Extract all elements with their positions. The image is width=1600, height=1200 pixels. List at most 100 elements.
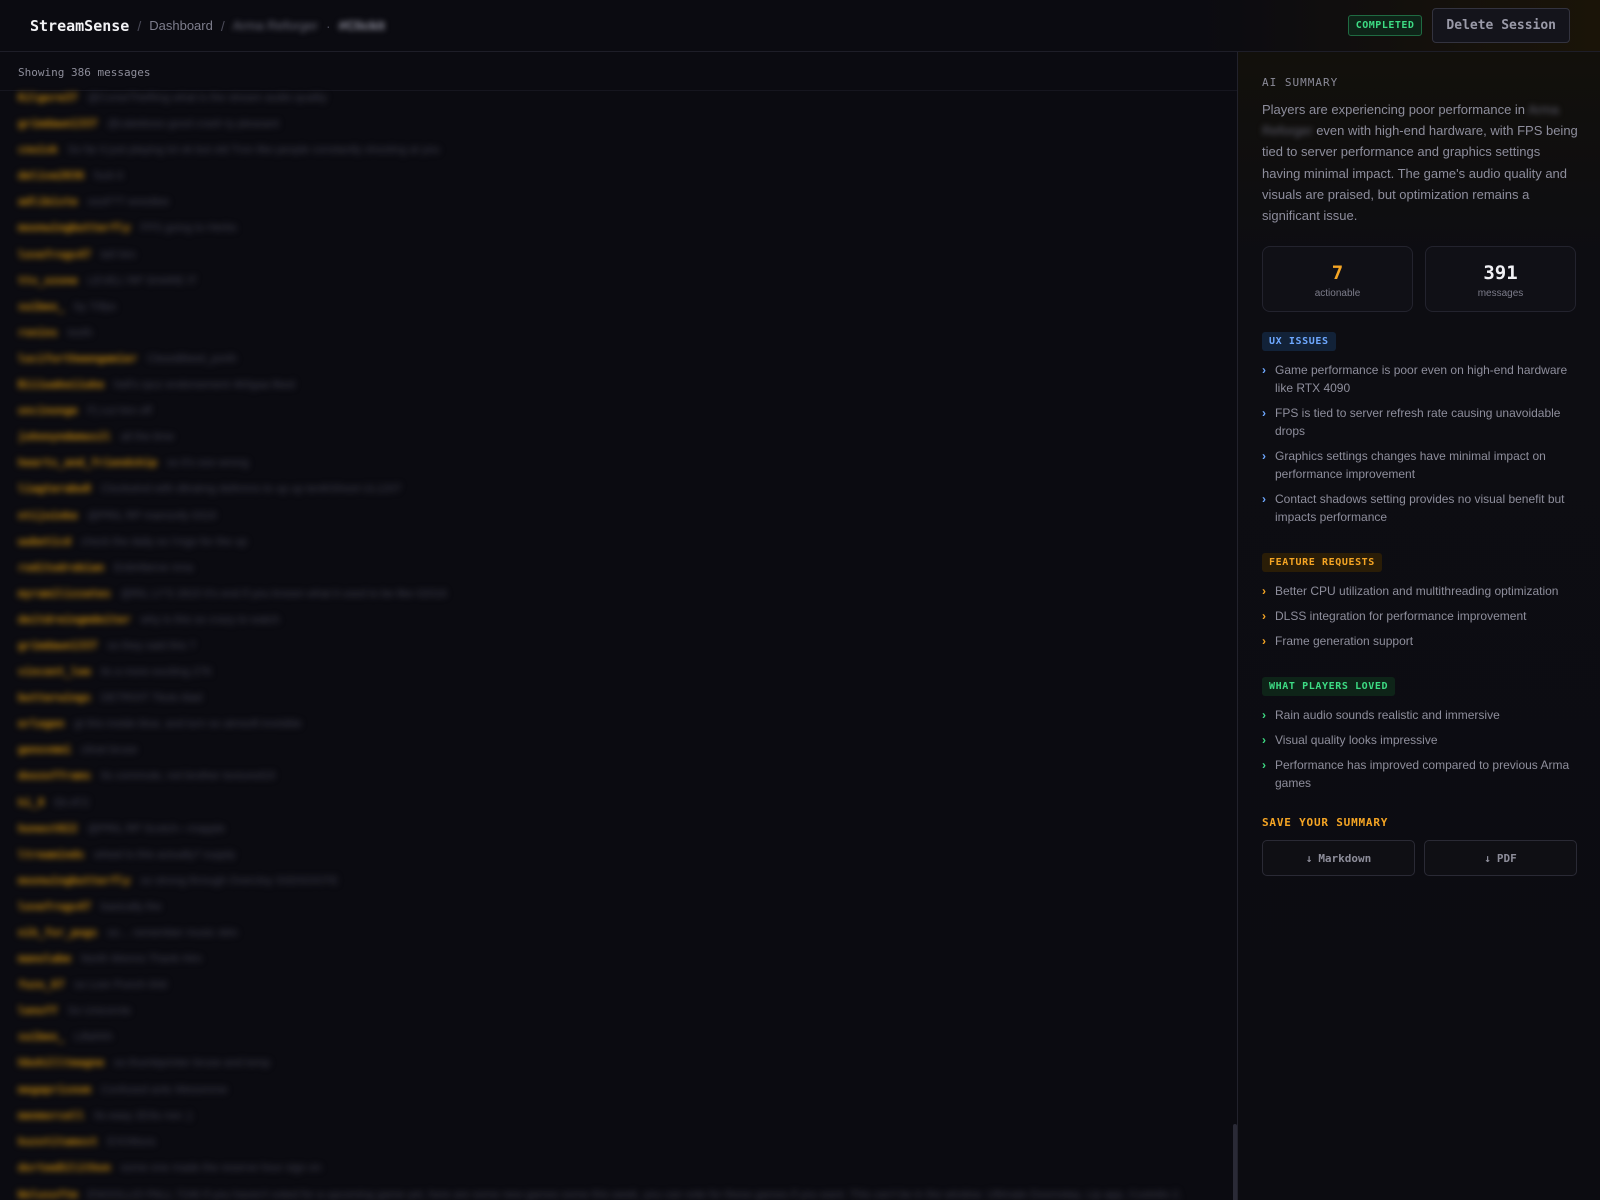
chat-username[interactable]: adlibiste bbox=[18, 195, 78, 208]
chat-username[interactable]: fuzo_67 bbox=[18, 978, 64, 991]
chat-username[interactable]: ttv_ozone bbox=[18, 274, 78, 287]
feature-request-item-text: DLSS integration for performance improve… bbox=[1275, 609, 1527, 624]
chat-username[interactable]: ltreaminds bbox=[18, 848, 84, 861]
breadcrumb-separator: / bbox=[220, 17, 225, 34]
chat-username[interactable]: Biiiwakeiiuke bbox=[18, 378, 104, 391]
chat-username[interactable]: megaprisnom bbox=[18, 1083, 91, 1096]
chat-username[interactable]: erlegen bbox=[18, 717, 64, 730]
chat-username[interactable]: doozofframs bbox=[18, 769, 91, 782]
chat-text: so strong through Overcloy SSDGOOTE bbox=[140, 874, 339, 887]
chat-text: F) cut him off bbox=[87, 405, 152, 418]
chat-username[interactable]: hearts_and_friendship bbox=[18, 456, 157, 469]
chat-message: lucifortheengamier ClewsBleed_porth bbox=[18, 346, 1208, 372]
players-loved-item: › Visual quality looks impressive bbox=[1262, 731, 1578, 749]
chat-username[interactable]: deitdreingmdeiter bbox=[18, 613, 131, 626]
chat-username[interactable]: roditodrobian bbox=[18, 561, 104, 574]
chat-username[interactable]: ntijoinke bbox=[18, 509, 78, 522]
message-count: Showing 386 messages bbox=[18, 66, 151, 79]
chat-username[interactable]: lucifortheengamier bbox=[18, 352, 137, 365]
message-list[interactable]: Kilgore37 @CurseTheRing what is the strea… bbox=[18, 85, 1208, 1200]
ai-summary-heading: AI SUMMARY bbox=[1262, 76, 1339, 89]
chat-text: North Worms Thank Him bbox=[80, 953, 202, 966]
chat-username[interactable]: oncinonge bbox=[18, 404, 78, 417]
delete-session-button[interactable]: Delete Session bbox=[1432, 8, 1570, 43]
summary-text-start: Players are experiencing poor performanc… bbox=[1262, 102, 1528, 117]
export-pdf-button[interactable]: ↓ PDF bbox=[1424, 840, 1577, 877]
chat-text: gt this inside blue, and turn so aimsoft… bbox=[74, 718, 302, 731]
chat-message: kuzotitamost EXOtitura bbox=[18, 1129, 1208, 1155]
chat-text: so it's soo wrong bbox=[167, 457, 249, 470]
save-summary-heading: SAVE YOUR SUMMARY bbox=[1262, 816, 1389, 830]
export-buttons: ↓ Markdown ↓ PDF bbox=[1262, 840, 1578, 877]
chat-username[interactable]: butterwings bbox=[18, 691, 91, 704]
chat-username[interactable]: moonwingbutterfly bbox=[18, 874, 131, 887]
chat-username[interactable]: manolabe bbox=[18, 952, 71, 965]
chat-username[interactable]: wwbeticd bbox=[18, 535, 71, 548]
chat-username[interactable]: nih_for_pogs bbox=[18, 926, 97, 939]
players-loved-item: › Rain audio sounds realistic and immersi… bbox=[1262, 706, 1578, 724]
chat-username[interactable]: lovefrogs47 bbox=[18, 248, 91, 261]
export-markdown-button[interactable]: ↓ Markdown bbox=[1262, 840, 1415, 877]
chat-text: So Unicornie bbox=[67, 1005, 131, 1018]
chat-username[interactable]: lenoff bbox=[18, 1004, 58, 1017]
chat-username[interactable]: ronins bbox=[18, 326, 58, 339]
chat-text: ENOOLLIO PALL 7246 If you haven't voted … bbox=[87, 1188, 1182, 1200]
chat-username[interactable]: grimdawn1337 bbox=[18, 117, 97, 130]
chat-message: doozofframs Its commute, not brother text… bbox=[18, 763, 1208, 789]
chat-username[interactable]: dorteeDilithon bbox=[18, 1161, 111, 1174]
chat-username[interactable]: kuzotitamost bbox=[18, 1135, 97, 1148]
chevron-right-icon: › bbox=[1262, 733, 1266, 748]
stat-messages: 391 messages bbox=[1425, 246, 1576, 313]
brand-logo[interactable]: StreamSense bbox=[30, 17, 129, 35]
chevron-right-icon: › bbox=[1262, 609, 1266, 624]
chat-text: @cakeboss good crash ty pleasant bbox=[107, 118, 279, 131]
ux-issue-item: › FPS is tied to server refresh rate caus… bbox=[1262, 404, 1578, 440]
ux-issues-tag: UX ISSUES bbox=[1262, 332, 1336, 352]
chat-username[interactable]: suibex_ bbox=[18, 300, 64, 313]
chevron-right-icon: › bbox=[1262, 708, 1266, 723]
players-loved-tag: WHAT PLAYERS LOVED bbox=[1262, 677, 1396, 697]
chat-username[interactable]: Wolusoftm bbox=[18, 1188, 78, 1200]
ux-issue-item: › Graphics settings changes have minimal … bbox=[1262, 447, 1578, 483]
chat-message: myramilizzates @RIL LY'S 2815 It's end If… bbox=[18, 581, 1208, 607]
chat-text: oooF?? wrestlee bbox=[87, 196, 169, 209]
stat-actionable-label: actionable bbox=[1314, 288, 1361, 300]
chat-username[interactable]: vincent_lee bbox=[18, 665, 91, 678]
chat-username[interactable]: myramilizzates bbox=[18, 587, 111, 600]
breadcrumb-dashboard[interactable]: Dashboard bbox=[149, 18, 213, 33]
breadcrumb-game[interactable]: Arma Reforger bbox=[233, 18, 318, 33]
chat-username[interactable]: cnoisk bbox=[18, 143, 58, 156]
stat-messages-value: 391 bbox=[1483, 262, 1518, 285]
chat-username[interactable]: hi_8 bbox=[18, 796, 45, 809]
summary-sidebar: AI SUMMARY Players are experiencing poor… bbox=[1237, 52, 1600, 1200]
chat-username[interactable]: delive2036 bbox=[18, 169, 84, 182]
chat-message: honest022 @PRIL RP Scotch—mapple bbox=[18, 816, 1208, 842]
chat-username[interactable]: honest022 bbox=[18, 822, 78, 835]
chevron-right-icon: › bbox=[1262, 492, 1266, 507]
chat-username[interactable]: menmorcell bbox=[18, 1109, 84, 1122]
chat-message: erlegen gt this inside blue, and turn so … bbox=[18, 711, 1208, 737]
chevron-right-icon: › bbox=[1262, 634, 1266, 649]
stat-actionable-value: 7 bbox=[1331, 262, 1344, 285]
breadcrumb-channel: #Clickit bbox=[338, 18, 385, 33]
chat-message: ronins tooth bbox=[18, 320, 1208, 346]
chat-username[interactable]: moonwingbutterfly bbox=[18, 221, 131, 234]
chat-username[interactable]: grimdawn1337 bbox=[18, 639, 97, 652]
chat-message: roditodrobian EnbHiterve mna bbox=[18, 555, 1208, 581]
chat-username[interactable]: hbohilltmagne bbox=[18, 1056, 104, 1069]
chat-username[interactable]: johnnyndemusil bbox=[18, 430, 111, 443]
chat-username[interactable]: lovefrogs47 bbox=[18, 900, 91, 913]
top-bar: StreamSense / Dashboard / Arma Reforger … bbox=[0, 0, 1600, 52]
chat-username[interactable]: genovmmi bbox=[18, 743, 71, 756]
chat-text: @CurseTheRing what is the stream audio q… bbox=[87, 92, 327, 104]
chat-text: so… remember music skin bbox=[107, 927, 238, 939]
chat-text: Its commute, not brother textured19 bbox=[100, 770, 276, 783]
chat-text: fuck it bbox=[94, 170, 123, 183]
chat-text: basically the bbox=[100, 900, 162, 913]
chat-username[interactable]: liagterabu0 bbox=[18, 482, 91, 495]
chat-username[interactable]: suibex_ bbox=[18, 1030, 64, 1043]
chat-username[interactable]: Kilgore37 bbox=[18, 91, 78, 104]
chat-message: dorteeDilithon some one made the reserve … bbox=[18, 1155, 1208, 1181]
chat-text: @PRIL RP Scotch—mapple bbox=[87, 822, 225, 835]
feature-requests-list: › Better CPU utilization and multithreadi… bbox=[1262, 582, 1578, 650]
